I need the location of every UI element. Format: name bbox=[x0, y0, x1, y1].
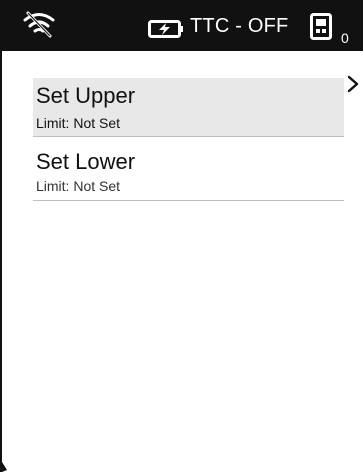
menu-item-subtitle: Limit: Not Set bbox=[36, 115, 121, 131]
set-upper-limit-item[interactable]: Set Upper Limit: Not Set bbox=[33, 78, 344, 137]
menu-item-title: Set Lower bbox=[36, 149, 136, 174]
divider bbox=[33, 200, 344, 201]
corner-mark bbox=[2, 462, 7, 472]
chevron-right-icon[interactable] bbox=[346, 75, 360, 93]
divider bbox=[33, 136, 344, 137]
set-lower-limit-item[interactable]: Set Lower Limit: Not Set bbox=[33, 144, 344, 201]
menu-item-subtitle: Limit: Not Set bbox=[36, 178, 121, 194]
status-bar: TTC - OFF 0 bbox=[2, 0, 363, 51]
wifi-off-icon bbox=[23, 11, 55, 38]
battery-charging-icon bbox=[148, 20, 183, 38]
device-icon bbox=[310, 13, 332, 40]
device-count: 0 bbox=[341, 30, 349, 46]
ttc-status: TTC - OFF bbox=[190, 15, 289, 37]
menu-item-title: Set Upper bbox=[36, 83, 136, 108]
device-screen: TTC - OFF 0 Set Upper Limit: Not Set Set… bbox=[0, 0, 363, 472]
